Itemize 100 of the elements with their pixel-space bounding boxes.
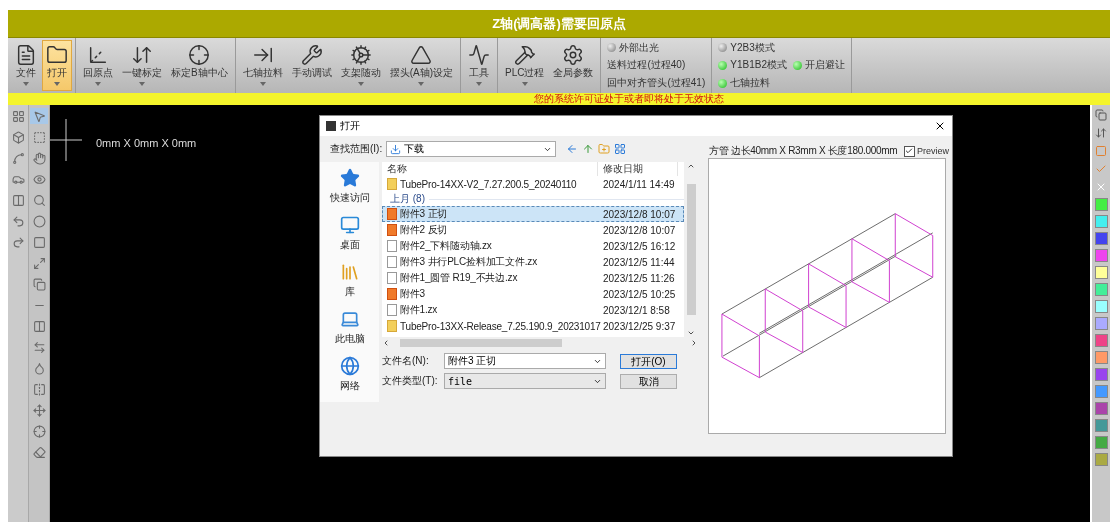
- close-icon[interactable]: [934, 120, 946, 132]
- up-icon[interactable]: [582, 143, 595, 155]
- color-swatch[interactable]: [1094, 266, 1108, 279]
- ribbon-button[interactable]: 文件: [11, 40, 41, 91]
- filename-field[interactable]: 附件3 正切: [444, 353, 606, 369]
- search-icon[interactable]: [32, 193, 46, 207]
- warning-text: 您的系统许可证处于或者即将处于无效状态: [534, 93, 724, 105]
- ribbon-button[interactable]: 回原点: [79, 40, 117, 91]
- ribbon-button[interactable]: 全局参数: [549, 40, 598, 91]
- color-swatch[interactable]: [1094, 317, 1108, 330]
- color-swatch[interactable]: [1094, 436, 1108, 449]
- place-item[interactable]: 库: [339, 262, 360, 299]
- file-row[interactable]: 附件1_圆管 R19_不共边.zx 2023/12/5 11:26: [382, 270, 684, 286]
- color-swatch[interactable]: [1094, 453, 1108, 466]
- file-row[interactable]: 附件2 反切 2023/12/8 10:07: [382, 222, 684, 238]
- color-swatch[interactable]: [1094, 198, 1108, 211]
- scroll-left-icon[interactable]: [382, 339, 390, 347]
- swap-icon[interactable]: [32, 340, 46, 354]
- file-row[interactable]: TubePro-13XX-Release_7.25.190.9_20231017 2023/12/25 9:37: [382, 318, 684, 334]
- color-swatch[interactable]: [1094, 283, 1108, 296]
- ribbon-button[interactable]: 标定B轴中心: [167, 40, 232, 91]
- eye-icon[interactable]: [32, 172, 46, 186]
- ribbon-button[interactable]: 手动调试: [287, 40, 336, 91]
- circle-icon[interactable]: [32, 214, 46, 228]
- columns-icon[interactable]: [11, 193, 25, 207]
- file-icon: [387, 272, 397, 284]
- download-icon: [390, 143, 402, 155]
- axes-icon: [87, 44, 109, 66]
- color-swatch[interactable]: [1094, 368, 1108, 381]
- cube-icon[interactable]: [11, 130, 25, 144]
- place-item[interactable]: 桌面: [339, 215, 360, 252]
- move-icon[interactable]: [32, 403, 46, 417]
- back-icon[interactable]: [566, 143, 579, 155]
- undo-icon[interactable]: [11, 214, 25, 228]
- ribbon-button[interactable]: 打开: [42, 40, 72, 91]
- checkbox-icon[interactable]: [1095, 145, 1107, 157]
- color-swatch[interactable]: [1094, 385, 1108, 398]
- open-button[interactable]: 打开(O): [620, 353, 677, 369]
- filetype-dropdown[interactable]: file: [444, 373, 606, 389]
- cross-icon[interactable]: [1095, 181, 1107, 193]
- file-row[interactable]: 附件3 井行PLC捡料加工文件.zx 2023/12/5 11:44: [382, 254, 684, 270]
- scroll-up-icon[interactable]: [687, 162, 695, 170]
- place-item[interactable]: 此电脑: [334, 309, 365, 346]
- status-label: Y2B3模式: [730, 40, 775, 55]
- status-label: 回中对齐管头(过程41): [607, 76, 706, 91]
- file-row[interactable]: 附件2_下料随动轴.zx 2023/12/5 16:12: [382, 238, 684, 254]
- mirror-icon[interactable]: [32, 382, 46, 396]
- place-item[interactable]: 网络: [339, 356, 360, 393]
- ribbon-button[interactable]: PLC过程: [501, 40, 549, 91]
- ribbon-button[interactable]: 工具: [464, 40, 494, 91]
- color-swatch[interactable]: [1094, 419, 1108, 432]
- color-swatch[interactable]: [1094, 300, 1108, 313]
- color-swatch[interactable]: [1094, 232, 1108, 245]
- target-icon[interactable]: [32, 424, 46, 438]
- curve-icon[interactable]: [11, 151, 25, 165]
- file-row[interactable]: 附件1.zx 2023/12/1 8:58: [382, 302, 684, 318]
- drop-icon[interactable]: [32, 361, 46, 375]
- status-label: 外部出光: [619, 40, 660, 55]
- color-swatch[interactable]: [1094, 215, 1108, 228]
- hand-icon[interactable]: [32, 151, 46, 165]
- color-swatch[interactable]: [1094, 351, 1108, 364]
- scroll-right-icon[interactable]: [690, 339, 698, 347]
- resize-icon[interactable]: [32, 256, 46, 270]
- pointer-icon[interactable]: [32, 109, 46, 123]
- check-icon[interactable]: [1095, 163, 1107, 175]
- file-row[interactable]: TubePro-14XX-V2_7.27.200.5_20240110 2024/1/11 14:49: [382, 176, 684, 192]
- place-item[interactable]: 快速访问: [329, 168, 370, 205]
- grid-icon[interactable]: [11, 109, 25, 123]
- column-header[interactable]: 名称: [382, 162, 598, 176]
- color-swatch[interactable]: [1094, 249, 1108, 262]
- ribbon-button[interactable]: 摆头(A轴)设定: [385, 40, 457, 91]
- file-row[interactable]: 附件3 2023/12/5 10:25: [382, 286, 684, 302]
- horizontal-scrollbar[interactable]: [382, 337, 698, 349]
- file-row[interactable]: 附件3 正切 2023/12/8 10:07: [382, 206, 684, 222]
- columns-icon[interactable]: [32, 319, 46, 333]
- color-swatch[interactable]: [1094, 334, 1108, 347]
- view-icon[interactable]: [614, 143, 627, 155]
- status-label: 七轴拉料: [730, 76, 771, 91]
- ribbon-button[interactable]: 支架随动: [336, 40, 385, 91]
- window-title: Z轴(调高器)需要回原点: [8, 10, 1110, 37]
- preview-checkbox[interactable]: Preview: [904, 145, 949, 157]
- cancel-button[interactable]: 取消: [620, 373, 677, 389]
- copy-icon[interactable]: [32, 277, 46, 291]
- eraser-icon[interactable]: [32, 445, 46, 459]
- color-swatch[interactable]: [1094, 402, 1108, 415]
- square-icon[interactable]: [32, 235, 46, 249]
- select-icon[interactable]: [32, 130, 46, 144]
- sort-icon[interactable]: [1095, 127, 1107, 139]
- new-folder-icon[interactable]: [598, 143, 611, 155]
- folder-dropdown[interactable]: 下载: [386, 141, 557, 157]
- ribbon-button[interactable]: 七轴拉料: [238, 40, 287, 91]
- layers-icon[interactable]: [1095, 109, 1107, 121]
- ribbon-button[interactable]: 一键标定: [118, 40, 166, 91]
- settings-icon: [562, 44, 585, 66]
- scroll-down-icon[interactable]: [687, 329, 695, 337]
- column-header[interactable]: 修改日期: [598, 162, 678, 176]
- wrench-icon: [300, 44, 323, 66]
- file-icon: [387, 208, 397, 220]
- star-icon: [339, 168, 360, 188]
- redo-icon[interactable]: [11, 235, 25, 249]
